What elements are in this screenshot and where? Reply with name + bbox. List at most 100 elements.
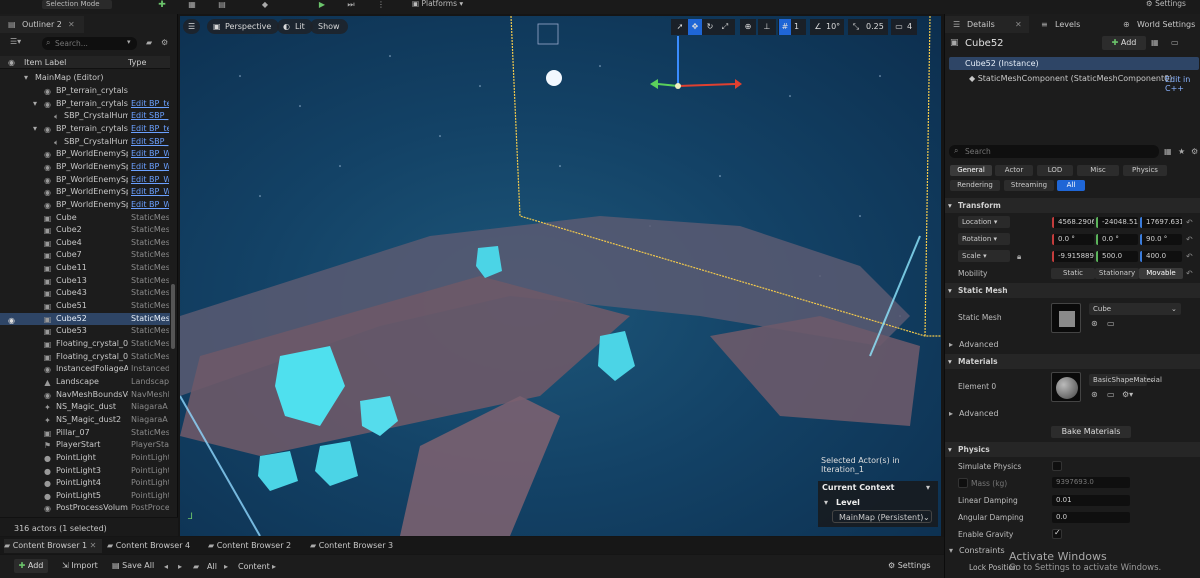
outliner-row[interactable]: ◉ PostProcessVolum PostProce [0,502,170,515]
location-x-field[interactable]: 4568.2906 [1052,217,1094,228]
outliner-row[interactable]: ▣ Cube43 StaticMes [0,287,170,300]
chevron-down-icon[interactable]: ▾ [926,483,930,492]
rotate-icon[interactable]: ↻ [703,19,717,35]
gizmo-x-axis[interactable] [677,83,736,87]
actor-name[interactable]: Cube52 [965,38,1004,49]
advanced-row[interactable]: ▸ Advanced [949,340,1199,352]
settings-menu[interactable]: ⚙ Settings [1146,0,1186,8]
lit-button[interactable]: ◐ Lit [277,19,313,34]
blueprint-icon[interactable]: ▦ [1151,38,1159,47]
use-selected-icon[interactable]: ⊛ [1091,390,1098,399]
gizmo-y-arrow[interactable] [650,79,658,89]
star-icon[interactable]: ★ [1178,147,1185,156]
scale-icon[interactable]: ⤢ [718,19,732,35]
world-local-button[interactable]: ⊕ [740,19,756,35]
save-all-button[interactable]: ▤ Save All [112,559,154,573]
simulate-physics-checkbox[interactable] [1052,461,1062,471]
enable-gravity-checkbox[interactable] [1052,528,1062,539]
edit-cpp-link[interactable]: Edit in C++ [1165,75,1200,93]
outliner-row[interactable]: ▣ Cube11 StaticMes [0,262,170,275]
chevron-down-icon[interactable]: ▾ [33,98,37,111]
angular-damping-field[interactable]: 0.0 [1052,512,1130,523]
outliner-row[interactable]: ▣ Cube7 StaticMes [0,249,170,262]
reset-icon[interactable]: ↶ [1186,218,1193,227]
scale-dropdown[interactable]: Scale ▾ [958,250,1010,262]
browse-icon[interactable]: ▭ [1107,390,1115,399]
gizmo-x-arrow[interactable] [735,79,742,89]
outliner-row[interactable]: ▣ Cube51 StaticMes [0,300,170,313]
mobility-static[interactable]: Static [1051,268,1095,279]
eye-icon[interactable]: ◉ [8,58,15,67]
details-search-box[interactable]: ⌕ [949,145,1159,158]
level-dropdown[interactable]: MainMap (Persistent) ⌄ [832,510,932,523]
outliner-row[interactable]: ▣ Cube2 StaticMes [0,224,170,237]
gizmo-center[interactable] [675,83,681,89]
outliner-row[interactable]: ◉ BP_terrain_crytals8 [0,85,170,98]
forward-icon[interactable]: ▸ [178,562,182,571]
reset-icon[interactable]: ↶ [1186,269,1193,278]
outliner-row[interactable]: ▣ Cube13 StaticMes [0,275,170,288]
chevron-down-icon[interactable]: ⌄ [1149,375,1156,384]
rotation-x-field[interactable]: 0.0 ° [1052,234,1094,245]
surface-snap-button[interactable]: ⊥ [758,19,776,35]
outliner-row[interactable]: ▾ ◉ BP_terrain_crytals9 Edit BP_te [0,98,170,111]
edit-blueprint-link[interactable]: Edit SBP_ [131,136,169,149]
outliner-scrollbar[interactable] [171,284,175,349]
scale-snap-button[interactable]: ⤡ 0.25 [848,19,888,35]
outliner-row[interactable]: ▾ ◉ BP_terrain_crytals1 Edit BP_te [0,123,170,136]
add-folder-icon[interactable]: ▰ [146,38,152,47]
outliner-row[interactable]: ◉ BP_WorldEnemySp Edit BP_W [0,148,170,161]
select-icon[interactable]: ➚ [673,19,687,35]
reset-icon[interactable]: ↶ [1186,252,1193,261]
selection-mode-button[interactable]: Selection Mode [42,0,112,9]
static-mesh-dropdown[interactable]: Cube ⌄ [1089,303,1181,315]
outliner-row[interactable]: ▣ Pillar_07 StaticMes [0,427,170,440]
details-search-input[interactable] [965,145,1155,158]
blueprint-icon[interactable]: ▦ [185,0,199,9]
outliner-row[interactable]: ● PointLight4 PointLight [0,477,170,490]
tab-content-browser[interactable]: ▰ Content Browser 2 [208,539,304,553]
folder-icon[interactable]: ▰ [193,562,199,571]
filter-tab-physics[interactable]: Physics [1123,165,1167,176]
tab-levels[interactable]: ≡ Levels [1033,16,1111,33]
breadcrumb-all[interactable]: All [207,562,217,571]
tab-world-settings[interactable]: ⊕ World Settings [1115,16,1200,33]
instance-row[interactable]: Cube52 (Instance) [949,57,1199,70]
column-item-label[interactable]: Item Label [24,58,66,67]
outliner-row[interactable]: 🔈︎ SBP_CrystalHum Edit SBP_ [0,110,170,123]
outliner-row[interactable]: ▣ Floating_crystal_01 StaticMes [0,338,170,351]
linear-damping-field[interactable]: 0.01 [1052,495,1130,506]
material-thumbnail[interactable] [1051,372,1081,402]
content-settings-button[interactable]: ⚙ Settings [888,559,931,573]
outliner-row[interactable]: ◉ BP_WorldEnemySp Edit BP_W [0,174,170,187]
edit-blueprint-link[interactable]: Edit BP_W [131,161,169,174]
filter-tab-streaming[interactable]: Streaming [1004,180,1054,191]
outliner-search-box[interactable]: ⌕ ▾ [42,37,137,50]
outliner-row[interactable]: ◉ BP_WorldEnemySp Edit BP_W [0,186,170,199]
bake-materials-button[interactable]: Bake Materials [1051,426,1131,438]
options-icon[interactable]: ⚙▾ [1122,390,1133,399]
filter-tab-actor[interactable]: Actor [995,165,1033,176]
outliner-row[interactable]: ● PointLight3 PointLight [0,465,170,478]
outliner-row[interactable]: ✦ NS_Magic_dust2 NiagaraA [0,414,170,427]
add-content-icon[interactable]: ✚ [155,0,169,10]
gear-icon[interactable]: ⚙ [161,38,168,47]
physics-section[interactable]: ▾ Physics [945,442,1200,457]
perspective-button[interactable]: ▣ Perspective [207,19,280,34]
outliner-row[interactable]: ● PointLight PointLight [0,452,170,465]
outliner-row[interactable]: ▣ Cube53 StaticMes [0,325,170,338]
scale-z-field[interactable]: 400.0 [1140,251,1182,262]
tab-content-browser[interactable]: ▰ Content Browser 3 [310,539,406,553]
table-view-icon[interactable]: ▦ [1164,147,1172,156]
step-icon[interactable]: ⏭ [345,0,357,9]
mobility-stationary[interactable]: Stationary [1095,268,1139,279]
eye-icon[interactable]: ◉ [8,315,15,326]
play-icon[interactable]: ▶ [316,0,328,9]
transform-section[interactable]: ▾ Transform [945,198,1200,213]
filter-tab-lod[interactable]: LOD [1037,165,1073,176]
outliner-row[interactable]: ▣ Cube StaticMes [0,212,170,225]
filter-tab-all[interactable]: All [1057,180,1085,191]
back-icon[interactable]: ◂ [164,562,168,571]
tab-outliner[interactable]: ▤ Outliner 2 ✕ [0,16,84,33]
tab-content-browser[interactable]: ▰ Content Browser 4 [107,539,203,553]
